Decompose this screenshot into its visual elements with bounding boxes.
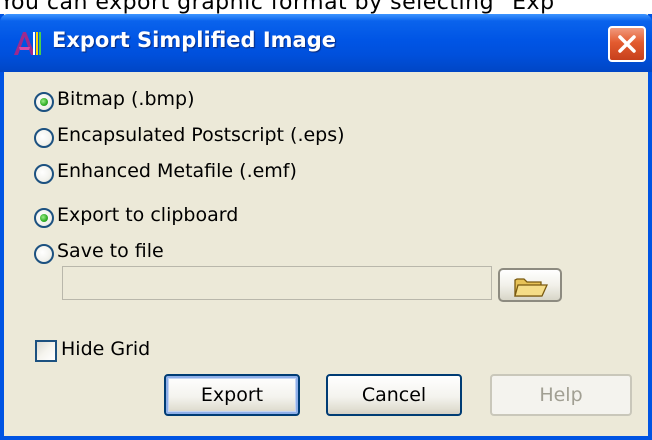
label-bitmap[interactable]: Bitmap (.bmp)	[57, 88, 195, 110]
folder-open-icon	[514, 278, 548, 297]
close-icon	[618, 35, 636, 53]
browse-button[interactable]	[498, 268, 562, 302]
label-export-clipboard[interactable]: Export to clipboard	[57, 204, 238, 226]
background-instruction-text: You can export graphic format by selecti…	[0, 0, 555, 15]
radio-emf[interactable]	[34, 164, 54, 184]
export-dialog: Export Simplified Image Bitmap (.bmp) En…	[0, 14, 652, 440]
app-icon	[12, 29, 42, 57]
export-button[interactable]: Export	[164, 374, 300, 416]
label-save-to-file[interactable]: Save to file	[57, 240, 164, 262]
window-title: Export Simplified Image	[52, 28, 336, 52]
label-eps[interactable]: Encapsulated Postscript (.eps)	[57, 124, 345, 146]
radio-bitmap[interactable]	[34, 92, 54, 112]
file-path-input[interactable]	[62, 266, 492, 300]
hide-grid-checkbox[interactable]	[35, 340, 57, 362]
label-hide-grid[interactable]: Hide Grid	[61, 338, 150, 360]
title-bar[interactable]: Export Simplified Image	[0, 14, 652, 72]
radio-save-to-file[interactable]	[34, 244, 54, 264]
label-emf[interactable]: Enhanced Metafile (.emf)	[57, 160, 297, 182]
radio-eps[interactable]	[34, 128, 54, 148]
cancel-button[interactable]: Cancel	[326, 374, 462, 416]
radio-export-clipboard[interactable]	[34, 208, 54, 228]
help-button[interactable]: Help	[490, 374, 632, 416]
close-button[interactable]	[608, 26, 646, 62]
